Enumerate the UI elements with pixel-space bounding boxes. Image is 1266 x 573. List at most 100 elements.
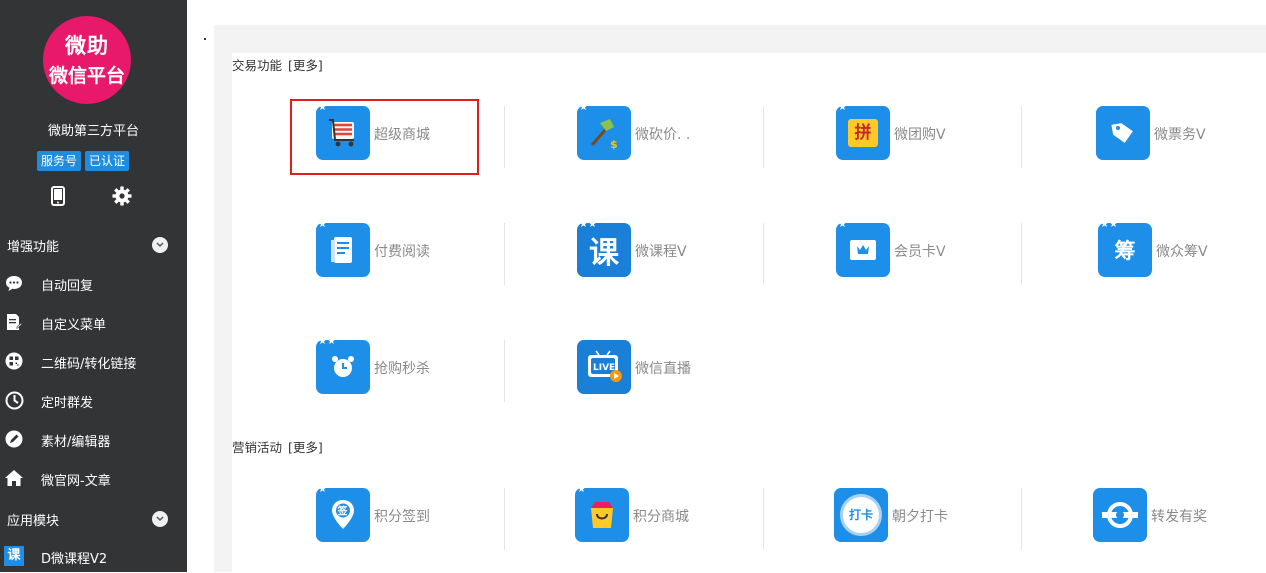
- tile-group-buy[interactable]: 拼 ★ 微团购V: [836, 102, 1056, 164]
- section-title-text: 营销活动: [232, 440, 283, 455]
- svg-text:$: $: [610, 138, 618, 151]
- chat-bubble-icon: [4, 273, 24, 293]
- live-tv-icon: LIVE: [577, 340, 631, 394]
- separator-dot: [204, 38, 206, 40]
- clock-icon: [4, 390, 24, 410]
- tile-ticketing[interactable]: 微票务V: [1096, 102, 1266, 164]
- divider: [504, 106, 505, 168]
- chevron-down-icon[interactable]: [152, 511, 168, 527]
- crowdfunding-glyph: 筹: [1114, 239, 1136, 263]
- divider: [763, 223, 764, 285]
- divider: [1021, 223, 1022, 285]
- paid-reading-icon: [316, 223, 370, 277]
- tile-bargain[interactable]: $ ★ 微砍价. .: [577, 102, 797, 164]
- platform-logo: 微助 微信平台: [43, 16, 131, 104]
- tile-label: 微票务V: [1154, 127, 1206, 143]
- sidebar-item-label: 定时群发: [41, 396, 94, 411]
- sidebar-item-label: 自动回复: [41, 279, 94, 294]
- punch-card-glyph: 打卡: [840, 494, 882, 536]
- course-icon: 课: [577, 223, 631, 277]
- sidebar-item-label: 素材/编辑器: [41, 435, 111, 450]
- tile-label: 积分签到: [374, 509, 430, 525]
- shopping-bag-icon: [575, 488, 629, 542]
- tile-label: 微砍价. .: [635, 127, 691, 143]
- tile-paid-reading[interactable]: ★ 付费阅读: [316, 219, 536, 281]
- checkin-pin-icon: 签: [316, 488, 370, 542]
- share-reward-icon: [1093, 488, 1147, 542]
- star-icon: ★: [577, 484, 586, 495]
- sidebar-item-custom-menu[interactable]: 自定义菜单: [0, 305, 187, 339]
- bargain-axe-icon: $: [577, 106, 631, 160]
- sidebar-item-auto-reply[interactable]: 自动回复: [0, 266, 187, 300]
- tile-points-mall[interactable]: ★ 积分商城: [575, 484, 795, 546]
- tile-course[interactable]: 课 ★★ 微课程V: [577, 219, 797, 281]
- crowdfunding-icon: 筹: [1098, 223, 1152, 277]
- checkin-glyph: 签: [337, 505, 349, 518]
- more-link[interactable]: [更多]: [288, 440, 323, 455]
- tile-label: 抢购秒杀: [374, 361, 430, 377]
- sidebar-item-label: D微课程V2: [41, 552, 108, 567]
- punch-card-icon: 打卡: [834, 488, 888, 542]
- sidebar-item-scheduled-send[interactable]: 定时群发: [0, 383, 187, 417]
- phone-icon[interactable]: [47, 185, 69, 207]
- tile-label: 微众筹V: [1156, 244, 1208, 260]
- star-icon: ★★: [579, 219, 597, 230]
- menu-group-title: 增强功能: [7, 240, 60, 255]
- sidebar-item-label: 自定义菜单: [41, 318, 107, 333]
- member-card-icon: [836, 223, 890, 277]
- panel-header-bar: [214, 25, 1266, 53]
- sidebar-item-label: 微官网-文章: [41, 474, 111, 489]
- sidebar-item-d-course-v2[interactable]: 课 D微课程V2: [0, 539, 187, 573]
- verified-badge: 已认证: [85, 151, 130, 171]
- sidebar: 微助 微信平台 微助第三方平台 服务号 已认证 增强功能 自动回复 自定义菜单: [0, 0, 187, 572]
- svg-text:LIVE: LIVE: [593, 363, 615, 373]
- tile-label: 转发有奖: [1151, 509, 1207, 525]
- divider: [1021, 488, 1022, 550]
- sidebar-item-website-article[interactable]: 微官网-文章: [0, 461, 187, 495]
- sidebar-item-material-editor[interactable]: 素材/编辑器: [0, 422, 187, 456]
- more-link[interactable]: [更多]: [288, 58, 323, 73]
- logo-line-1: 微助: [65, 34, 109, 58]
- star-icon: ★: [318, 484, 327, 495]
- sidebar-tools: [47, 185, 133, 207]
- section-title-marketing: 营销活动 [更多]: [232, 437, 323, 456]
- divider: [1021, 106, 1022, 168]
- tile-share-reward[interactable]: 转发有奖: [1093, 484, 1266, 546]
- divider: [504, 488, 505, 550]
- tile-member-card[interactable]: ★ 会员卡V: [836, 219, 1056, 281]
- star-icon: ★: [838, 219, 847, 230]
- divider: [763, 488, 764, 550]
- tile-label: 微团购V: [894, 127, 946, 143]
- group-buy-icon: 拼: [836, 106, 890, 160]
- star-icon: ★: [579, 102, 588, 113]
- tile-points-checkin[interactable]: 签 ★ 积分签到: [316, 484, 536, 546]
- tile-crowdfunding[interactable]: 筹 ★★ 微众筹V: [1098, 219, 1266, 281]
- tile-label: 朝夕打卡: [892, 509, 948, 525]
- tile-label: 微课程V: [635, 244, 687, 260]
- ticket-tag-icon: [1096, 106, 1150, 160]
- divider: [504, 340, 505, 402]
- menu-group-apps[interactable]: 应用模块: [0, 503, 187, 535]
- course-icon: 课: [4, 546, 24, 566]
- tile-live-broadcast[interactable]: LIVE 微信直播: [577, 336, 797, 398]
- tile-flash-sale[interactable]: ★★ 抢购秒杀: [316, 336, 536, 398]
- menu-group-enhanced[interactable]: 增强功能: [0, 229, 187, 261]
- sidebar-item-qrcode[interactable]: 二维码/转化链接: [0, 344, 187, 378]
- qrcode-icon: [4, 351, 24, 371]
- selection-highlight: [290, 99, 479, 175]
- chevron-down-icon[interactable]: [152, 237, 168, 253]
- sidebar-item-label: 二维码/转化链接: [41, 357, 137, 372]
- star-icon: ★: [318, 219, 327, 230]
- account-badges: 服务号 已认证: [37, 151, 130, 171]
- group-buy-glyph: 拼: [848, 119, 878, 147]
- section-title-text: 交易功能: [232, 58, 283, 73]
- alarm-clock-icon: [316, 340, 370, 394]
- star-icon: ★: [838, 102, 847, 113]
- tile-label: 积分商城: [633, 509, 689, 525]
- gear-icon[interactable]: [111, 185, 133, 207]
- tile-label: 付费阅读: [374, 244, 430, 260]
- logo-line-2: 微信平台: [48, 65, 125, 87]
- divider: [763, 106, 764, 168]
- course-glyph: 课: [589, 236, 619, 271]
- section-title-trade: 交易功能 [更多]: [232, 55, 323, 74]
